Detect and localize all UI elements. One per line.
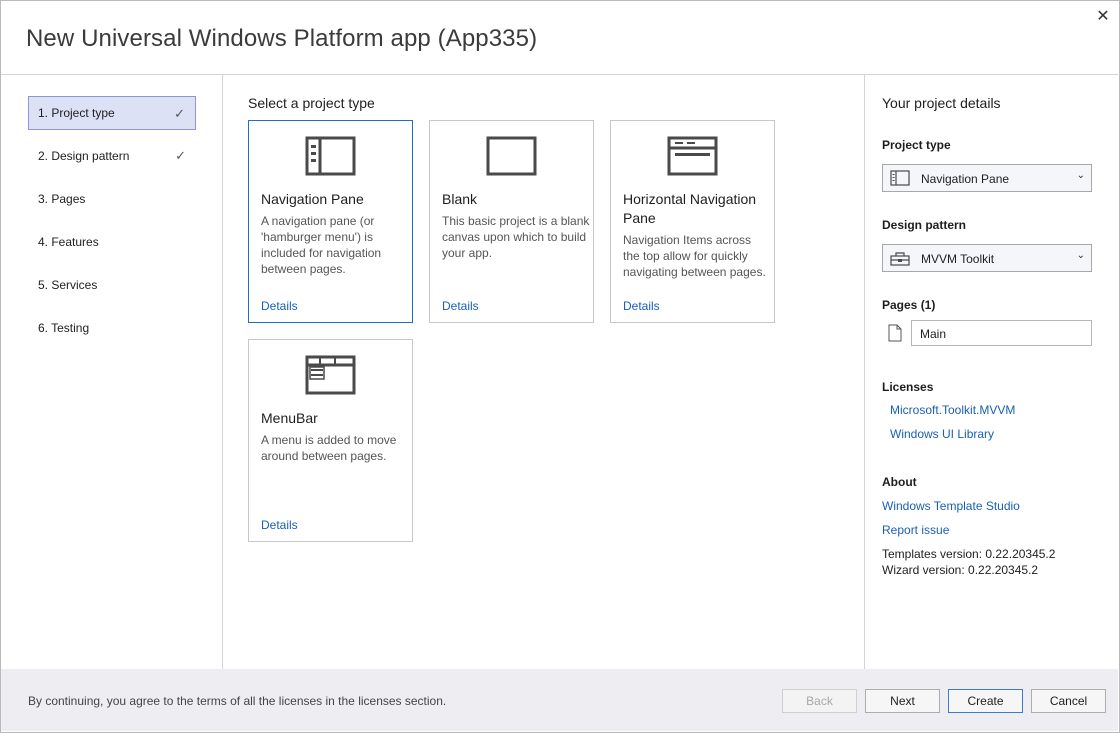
card-description: Navigation Items across the top allow fo… [623,233,766,279]
step-label: 4. Features [38,235,99,249]
card-title: Navigation Pane [261,191,364,207]
close-icon[interactable]: ✕ [1092,6,1114,28]
back-button[interactable]: Back [782,689,857,713]
step-label: 3. Pages [38,192,86,206]
step-label: 1. Project type [38,106,115,120]
create-button[interactable]: Create [948,689,1023,713]
left-divider [222,75,223,669]
checkmark-icon: ✓ [175,148,186,163]
step-design-pattern[interactable]: 2. Design pattern ✓ [28,139,196,173]
license-notice: By continuing, you agree to the terms of… [28,694,447,708]
navigation-pane-icon [890,170,910,186]
details-link[interactable]: Details [623,299,660,313]
design-pattern-label: Design pattern [882,218,967,232]
card-description: A navigation pane (or 'hamburger menu') … [261,214,382,276]
step-pages[interactable]: 3. Pages [28,182,196,216]
card-menubar[interactable]: MenuBar A menu is added to move around b… [248,339,413,542]
project-type-value: Navigation Pane [921,172,1010,186]
page-name-input[interactable]: Main [911,320,1092,346]
step-services[interactable]: 5. Services [28,268,196,302]
step-testing[interactable]: 6. Testing [28,311,196,345]
project-type-label: Project type [882,138,951,152]
report-issue-link[interactable]: Report issue [882,523,949,537]
steps-nav: 1. Project type ✓ 2. Design pattern ✓ 3.… [28,96,196,354]
step-label: 2. Design pattern [38,149,130,163]
license-link-winui[interactable]: Windows UI Library [890,427,994,441]
section-title: Select a project type [248,95,375,111]
blank-icon [486,136,537,176]
pages-label: Pages (1) [882,298,936,312]
horizontal-navigation-icon [667,136,718,176]
step-project-type[interactable]: 1. Project type ✓ [28,96,196,130]
navigation-pane-icon [305,136,356,176]
header-divider [1,74,1118,75]
right-divider [864,75,865,669]
templates-version: Templates version: 0.22.20345.2 [882,547,1056,561]
about-label: About [882,475,917,489]
card-title: MenuBar [261,410,318,426]
page-icon [888,324,902,342]
step-features[interactable]: 4. Features [28,225,196,259]
card-description: This basic project is a blank canvas upo… [442,214,590,260]
menubar-icon [305,355,356,395]
details-link[interactable]: Details [442,299,479,313]
cancel-button[interactable]: Cancel [1031,689,1106,713]
chevron-down-icon: ⌄ [1076,250,1085,261]
step-label: 6. Testing [38,321,90,335]
toolbox-icon [890,252,910,266]
card-title: Horizontal Navigation Pane [623,191,757,226]
windows-template-studio-link[interactable]: Windows Template Studio [882,499,1020,513]
chevron-down-icon: ⌄ [1076,170,1085,181]
details-panel-title: Your project details [882,95,1001,111]
card-description: A menu is added to move around between p… [261,433,397,463]
wizard-version: Wizard version: 0.22.20345.2 [882,563,1039,577]
licenses-label: Licenses [882,380,934,394]
license-link-mvvm[interactable]: Microsoft.Toolkit.MVVM [890,403,1015,417]
checkmark-icon: ✓ [174,106,185,121]
details-link[interactable]: Details [261,518,298,532]
card-title: Blank [442,191,478,207]
details-link[interactable]: Details [261,299,298,313]
next-button[interactable]: Next [865,689,940,713]
window-title: New Universal Windows Platform app (App3… [26,25,538,52]
project-type-select[interactable]: Navigation Pane ⌄ [882,164,1092,192]
card-horizontal-navigation-pane[interactable]: Horizontal Navigation Pane Navigation It… [610,120,775,323]
card-blank[interactable]: Blank This basic project is a blank canv… [429,120,594,323]
design-pattern-select[interactable]: MVVM Toolkit ⌄ [882,244,1092,272]
design-pattern-value: MVVM Toolkit [921,252,995,266]
step-label: 5. Services [38,278,98,292]
card-navigation-pane[interactable]: Navigation Pane A navigation pane (or 'h… [248,120,413,323]
